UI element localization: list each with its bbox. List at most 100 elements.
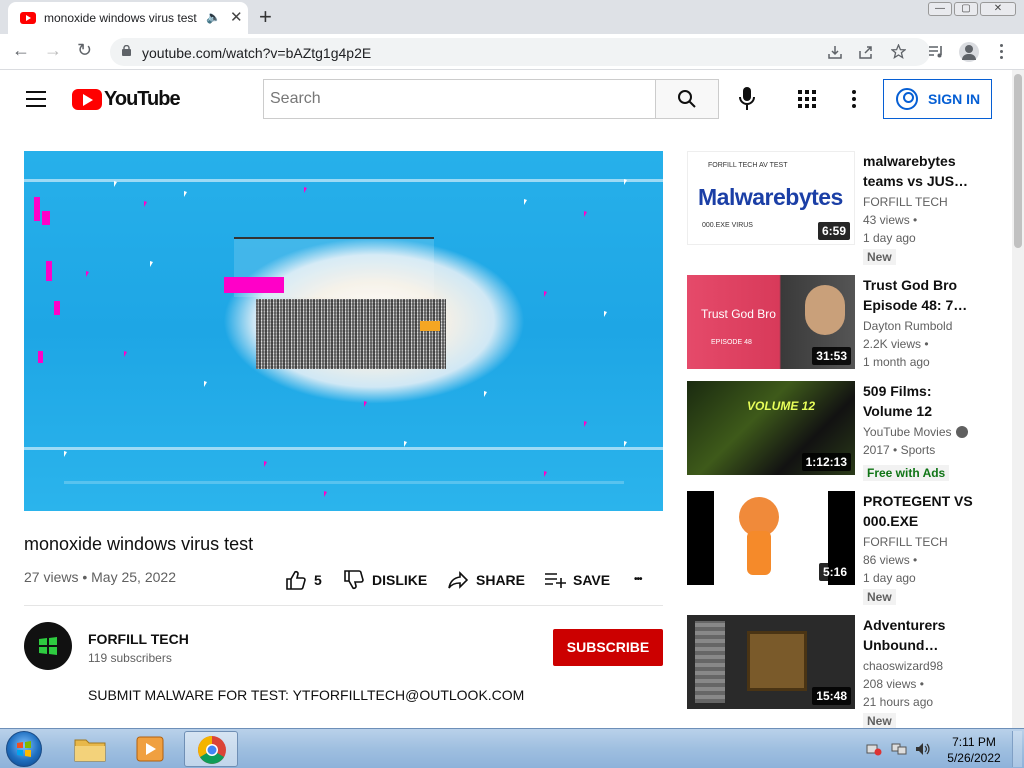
video-thumbnail[interactable]: FORFILL TECH AV TEST Malwarebytes 000.EX…: [687, 151, 855, 245]
recommended-channel[interactable]: FORFILL TECH: [863, 535, 948, 549]
hamburger-menu-icon[interactable]: [26, 91, 46, 107]
youtube-header: YouTube Search SIGN IN: [0, 70, 1012, 128]
new-badge: New: [863, 713, 896, 729]
youtube-favicon-icon: [20, 12, 36, 24]
cursor-artifact: [114, 181, 117, 187]
like-count: 5: [314, 572, 322, 588]
reload-button[interactable]: ↻: [77, 40, 92, 61]
audio-playing-icon[interactable]: 🔈: [206, 10, 221, 24]
cursor-artifact: [324, 491, 327, 497]
volume-icon[interactable]: [915, 742, 931, 756]
subscriber-count: 119 subscribers: [88, 651, 172, 665]
cursor-artifact: [624, 179, 627, 185]
page-scrollbar[interactable]: [1012, 70, 1024, 728]
media-control-icon[interactable]: [928, 45, 944, 59]
save-label: SAVE: [573, 572, 611, 588]
recommended-views: 2.2K views •: [863, 337, 929, 351]
start-button[interactable]: [6, 731, 42, 767]
game-map-room: [747, 631, 807, 691]
lock-icon[interactable]: [122, 45, 131, 56]
taskbar-chrome[interactable]: [184, 731, 238, 767]
video-thumbnail[interactable]: 5:16: [687, 491, 855, 585]
video-thumbnail[interactable]: VOLUME 12 1:12:13: [687, 381, 855, 475]
video-view-date: 27 views • May 25, 2022: [24, 569, 176, 585]
recommended-channel[interactable]: FORFILL TECH: [863, 195, 948, 209]
channel-name[interactable]: FORFILL TECH: [88, 631, 189, 647]
taskbar-media-player[interactable]: [123, 731, 177, 767]
recommended-channel[interactable]: Dayton Rumbold: [863, 319, 952, 333]
recommended-video-title[interactable]: Trust God Bro Episode 48: 7…: [863, 275, 983, 315]
cursor-artifact: [624, 441, 627, 447]
show-desktop-button[interactable]: [1012, 731, 1022, 767]
address-bar[interactable]: youtube.com/watch?v=bAZtg1g4p2E: [110, 38, 930, 66]
video-thumbnail[interactable]: Trust God Bro EPISODE 48 31:53: [687, 275, 855, 369]
tab-close-icon[interactable]: ✕: [230, 8, 243, 26]
settings-more-icon[interactable]: [852, 90, 856, 111]
minimize-window-button[interactable]: —: [928, 2, 952, 16]
network-warning-icon[interactable]: [866, 742, 882, 756]
video-player[interactable]: [24, 151, 663, 511]
verified-check-icon: [955, 426, 968, 438]
microphone-icon[interactable]: [737, 86, 757, 112]
recommended-video-title[interactable]: PROTEGENT VS 000.EXE: [863, 491, 983, 531]
sign-in-label: SIGN IN: [928, 91, 981, 107]
browser-menu-icon[interactable]: [1000, 44, 1004, 59]
new-tab-button[interactable]: +: [259, 4, 272, 30]
magenta-glitch: [54, 301, 60, 315]
browser-tab[interactable]: monoxide windows virus test 🔈 ✕: [8, 2, 248, 34]
new-badge: New: [863, 249, 896, 265]
apps-grid-icon[interactable]: [798, 90, 816, 108]
share-label: SHARE: [476, 572, 526, 588]
clock-date: 5/26/2022: [947, 751, 1001, 765]
profile-avatar-icon[interactable]: [959, 42, 979, 62]
youtube-logo-text[interactable]: YouTube: [104, 88, 181, 111]
recommended-video-title[interactable]: malwarebytes teams vs JUS…: [863, 151, 983, 191]
subscribe-button[interactable]: SUBSCRIBE: [553, 629, 663, 666]
thumbnail-caption: Trust God Bro: [701, 307, 776, 321]
glitch-band: [24, 179, 663, 182]
recommended-video-title[interactable]: 509 Films: Volume 12: [863, 381, 983, 421]
share-page-icon[interactable]: [859, 45, 873, 59]
search-input[interactable]: Search: [263, 79, 656, 119]
recommended-channel[interactable]: chaoswizard98: [863, 659, 943, 673]
taskbar-explorer[interactable]: [63, 731, 117, 767]
recommended-channel-name: YouTube Movies: [863, 425, 952, 439]
static-noise-block: [256, 299, 446, 369]
youtube-logo-icon[interactable]: [72, 89, 102, 110]
video-duration: 15:48: [812, 687, 851, 705]
recommended-video[interactable]: FORFILL TECH AV TEST Malwarebytes 000.EX…: [687, 151, 1007, 265]
video-thumbnail[interactable]: 15:48: [687, 615, 855, 709]
recommended-video[interactable]: Trust God Bro EPISODE 48 31:53 Trust God…: [687, 275, 1007, 375]
magenta-glitch: [34, 197, 40, 221]
network-icon[interactable]: [891, 742, 907, 756]
person-figure: [805, 285, 845, 335]
recommended-channel[interactable]: YouTube Movies: [863, 425, 968, 439]
windows-flag-icon: [17, 741, 31, 757]
bookmark-star-icon[interactable]: [891, 44, 906, 59]
recommended-video[interactable]: VOLUME 12 1:12:13 509 Films: Volume 12 Y…: [687, 381, 1007, 481]
video-title: monoxide windows virus test: [24, 534, 254, 554]
thumbnail-subcaption: EPISODE 48: [711, 339, 752, 346]
account-circle-icon: [896, 88, 918, 110]
url-text[interactable]: youtube.com/watch?v=bAZtg1g4p2E: [142, 45, 371, 61]
search-button[interactable]: [655, 79, 719, 119]
maximize-window-button[interactable]: ▢: [954, 2, 978, 16]
recommended-video-title[interactable]: Adventurers Unbound…: [863, 615, 983, 655]
close-window-button[interactable]: ✕: [980, 2, 1016, 16]
clock-time: 7:11 PM: [952, 735, 996, 749]
recommended-video[interactable]: 5:16 PROTEGENT VS 000.EXE FORFILL TECH 8…: [687, 491, 1007, 605]
cursor-artifact: [544, 291, 547, 297]
forward-button[interactable]: →: [44, 40, 62, 61]
cursor-artifact: [584, 421, 587, 427]
cursor-artifact: [304, 187, 307, 193]
free-with-ads-badge: Free with Ads: [863, 465, 950, 481]
back-button[interactable]: ←: [12, 40, 30, 61]
cursor-artifact: [264, 461, 267, 467]
system-clock[interactable]: 7:11 PM 5/26/2022: [944, 734, 1004, 766]
recommended-video[interactable]: 15:48 Adventurers Unbound… chaoswizard98…: [687, 615, 1007, 729]
channel-avatar[interactable]: [24, 622, 72, 670]
scrollbar-thumb[interactable]: [1014, 74, 1022, 248]
more-actions-icon[interactable]: •••: [634, 574, 642, 585]
install-app-icon[interactable]: [828, 45, 842, 59]
sign-in-button[interactable]: SIGN IN: [883, 79, 992, 119]
